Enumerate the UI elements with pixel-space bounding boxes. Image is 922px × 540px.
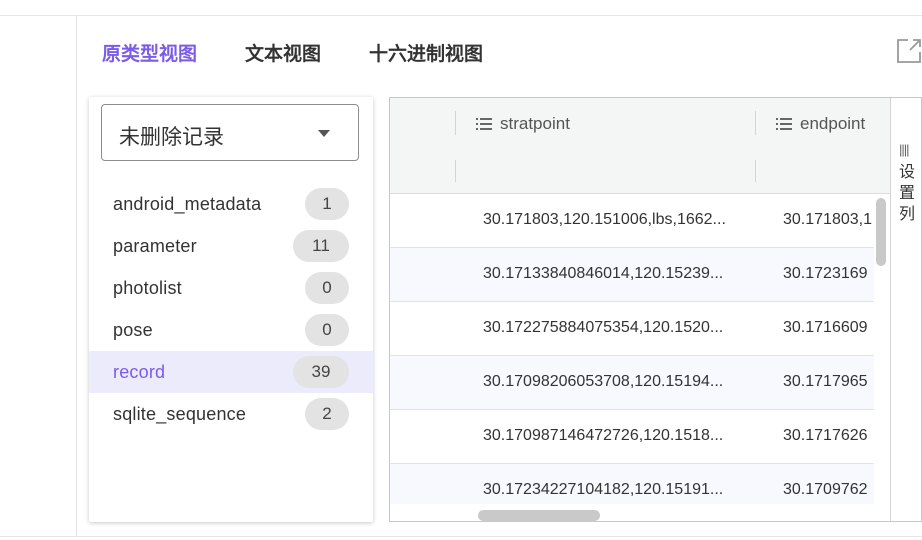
column-header-endpoint[interactable]: endpoint [776, 114, 865, 134]
column-settings-label: 设置列 [898, 164, 915, 223]
count-badge: 1 [305, 188, 349, 220]
cell-stratpoint: 30.172275884075354,120.1520... [483, 319, 724, 336]
table-item-label: pose [113, 319, 153, 340]
cell-stratpoint: 30.171803,120.151006,lbs,1662... [483, 211, 726, 228]
menu-icon[interactable] [476, 118, 492, 130]
count-badge: 0 [305, 272, 349, 304]
left-divider [76, 16, 77, 536]
columns-icon: |||| [899, 142, 909, 157]
column-header-label: stratpoint [500, 114, 570, 133]
record-filter-value: 未删除记录 [119, 126, 224, 149]
cell-endpoint: 30.1717965 [783, 373, 868, 390]
table-row[interactable]: 30.17133840846014,120.15239... 30.172316… [390, 248, 874, 302]
cell-stratpoint: 30.17234227104182,120.15191... [483, 481, 724, 498]
table-list-panel: 未删除记录 android_metadata 1 parameter 11 ph… [89, 97, 373, 522]
table-row[interactable]: 30.171803,120.151006,lbs,1662... 30.1718… [390, 194, 874, 248]
count-badge: 2 [305, 398, 349, 430]
grid-filter-row [390, 148, 890, 194]
column-header-stratpoint[interactable]: stratpoint [476, 114, 570, 134]
table-item-parameter[interactable]: parameter 11 [89, 225, 373, 267]
cell-endpoint: 30.171803,1 [783, 211, 872, 228]
chevron-down-icon [318, 130, 330, 137]
count-badge: 11 [293, 230, 349, 262]
column-divider[interactable] [755, 111, 756, 135]
table-list: android_metadata 1 parameter 11 photolis… [89, 183, 373, 435]
table-item-label: sqlite_sequence [113, 403, 247, 424]
table-row[interactable]: 30.17098206053708,120.15194... 30.171796… [390, 356, 874, 410]
menu-icon[interactable] [776, 118, 792, 130]
top-border [0, 15, 922, 16]
column-divider [755, 160, 756, 182]
grid-header: stratpoint endpoint [390, 98, 890, 149]
cell-stratpoint: 30.170987146472726,120.1518... [483, 427, 724, 444]
table-item-android-metadata[interactable]: android_metadata 1 [89, 183, 373, 225]
tab-text-view[interactable]: 文本视图 [245, 39, 321, 66]
count-badge: 39 [293, 356, 349, 388]
bottom-border [0, 536, 922, 537]
record-filter-select[interactable]: 未删除记录 [101, 104, 359, 161]
external-link-icon[interactable] [896, 38, 922, 64]
table-item-sqlite-sequence[interactable]: sqlite_sequence 2 [89, 393, 373, 435]
count-badge: 0 [305, 314, 349, 346]
column-settings-panel[interactable]: |||| 设置列 [890, 98, 921, 521]
cell-stratpoint: 30.17133840846014,120.15239... [483, 265, 724, 282]
table-item-label: parameter [113, 235, 197, 256]
grid-body: 30.171803,120.151006,lbs,1662... 30.1718… [390, 194, 874, 504]
table-item-record[interactable]: record 39 [89, 351, 373, 393]
cell-endpoint: 30.1723169 [783, 265, 868, 282]
cell-stratpoint: 30.17098206053708,120.15194... [483, 373, 724, 390]
vertical-scrollbar[interactable] [876, 198, 886, 266]
cell-endpoint: 30.1717626 [783, 427, 868, 444]
column-divider [455, 160, 456, 182]
table-item-label: android_metadata [113, 193, 262, 214]
tab-raw-type-view[interactable]: 原类型视图 [102, 39, 197, 66]
table-item-photolist[interactable]: photolist 0 [89, 267, 373, 309]
table-item-label: photolist [113, 277, 182, 298]
table-item-pose[interactable]: pose 0 [89, 309, 373, 351]
table-row[interactable]: 30.170987146472726,120.1518... 30.171762… [390, 410, 874, 464]
view-tabs: 原类型视图 文本视图 十六进制视图 [102, 38, 531, 66]
table-row[interactable]: 30.172275884075354,120.1520... 30.171660… [390, 302, 874, 356]
horizontal-scrollbar[interactable] [478, 510, 600, 521]
column-divider[interactable] [455, 111, 456, 135]
cell-endpoint: 30.1716609 [783, 319, 868, 336]
data-grid: stratpoint endpoint 30.171803,120.151006… [389, 97, 922, 522]
cell-endpoint: 30.1709762 [783, 481, 868, 498]
table-row[interactable]: 30.17234227104182,120.15191... 30.170976… [390, 464, 874, 504]
table-item-label: record [113, 361, 166, 382]
column-header-label: endpoint [800, 114, 866, 133]
tab-hex-view[interactable]: 十六进制视图 [369, 39, 483, 66]
